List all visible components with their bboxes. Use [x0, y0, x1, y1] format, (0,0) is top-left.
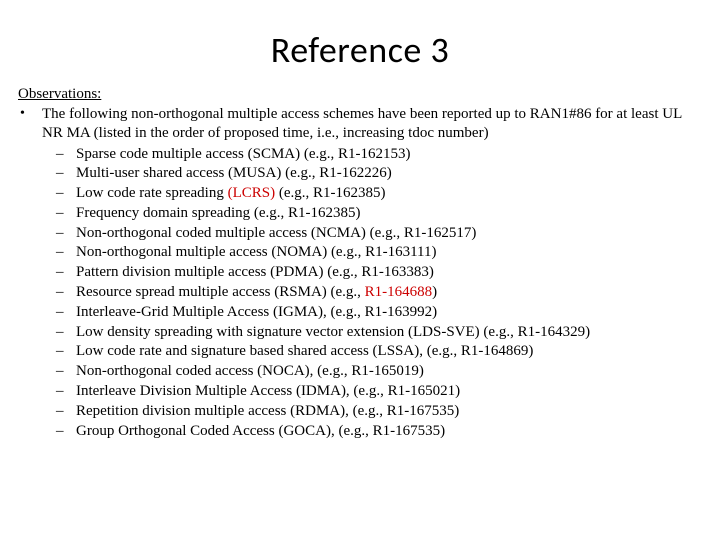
- bullet-dot-icon: •: [18, 105, 42, 123]
- main-bullet-text: The following non-orthogonal multiple ac…: [42, 105, 702, 143]
- dash-icon: –: [56, 283, 76, 303]
- list-item: –Non-orthogonal multiple access (NOMA) (…: [18, 243, 702, 263]
- dash-icon: –: [56, 145, 76, 165]
- item-post: ): [432, 284, 437, 300]
- item-pre: Interleave-Grid Multiple Access (IGMA), …: [76, 304, 437, 320]
- list-item: –Repetition division multiple access (RD…: [18, 402, 702, 422]
- list-item-text: Non-orthogonal coded multiple access (NC…: [76, 224, 702, 244]
- dash-icon: –: [56, 342, 76, 362]
- list-item: –Interleave-Grid Multiple Access (IGMA),…: [18, 303, 702, 323]
- dash-icon: –: [56, 303, 76, 323]
- dash-icon: –: [56, 224, 76, 244]
- dash-icon: –: [56, 422, 76, 442]
- item-pre: Group Orthogonal Coded Access (GOCA), (e…: [76, 423, 445, 439]
- dash-icon: –: [56, 184, 76, 204]
- item-pre: Low density spreading with signature vec…: [76, 324, 590, 340]
- list-item: –Resource spread multiple access (RSMA) …: [18, 283, 702, 303]
- item-pre: Interleave Division Multiple Access (IDM…: [76, 383, 460, 399]
- list-item: –Low density spreading with signature ve…: [18, 323, 702, 343]
- item-pre: Non-orthogonal multiple access (NOMA) (e…: [76, 244, 436, 260]
- list-item-text: Multi-user shared access (MUSA) (e.g., R…: [76, 164, 702, 184]
- page-title: Reference 3: [18, 28, 702, 72]
- sub-list: –Sparse code multiple access (SCMA) (e.g…: [18, 145, 702, 442]
- list-item-text: Interleave Division Multiple Access (IDM…: [76, 382, 702, 402]
- item-pre: Sparse code multiple access (SCMA) (e.g.…: [76, 146, 411, 162]
- list-item-text: Pattern division multiple access (PDMA) …: [76, 263, 702, 283]
- list-item: –Frequency domain spreading (e.g., R1-16…: [18, 204, 702, 224]
- list-item: –Non-orthogonal coded access (NOCA), (e.…: [18, 362, 702, 382]
- item-pre: Frequency domain spreading (e.g., R1-162…: [76, 205, 361, 221]
- item-red: R1-164688: [365, 284, 433, 300]
- list-item-text: Low code rate spreading (LCRS) (e.g., R1…: [76, 184, 702, 204]
- list-item-text: Resource spread multiple access (RSMA) (…: [76, 283, 702, 303]
- item-pre: Repetition division multiple access (RDM…: [76, 403, 459, 419]
- dash-icon: –: [56, 382, 76, 402]
- dash-icon: –: [56, 204, 76, 224]
- list-item: –Low code rate and signature based share…: [18, 342, 702, 362]
- list-item-text: Frequency domain spreading (e.g., R1-162…: [76, 204, 702, 224]
- item-post: (e.g., R1-162385): [275, 185, 385, 201]
- item-pre: Non-orthogonal coded multiple access (NC…: [76, 225, 476, 241]
- item-pre: Pattern division multiple access (PDMA) …: [76, 264, 434, 280]
- item-pre: Non-orthogonal coded access (NOCA), (e.g…: [76, 363, 424, 379]
- item-red: (LCRS): [228, 185, 276, 201]
- dash-icon: –: [56, 243, 76, 263]
- list-item-text: Low code rate and signature based shared…: [76, 342, 702, 362]
- item-pre: Resource spread multiple access (RSMA) (…: [76, 284, 365, 300]
- item-pre: Low code rate spreading: [76, 185, 228, 201]
- list-item-text: Sparse code multiple access (SCMA) (e.g.…: [76, 145, 702, 165]
- list-item-text: Non-orthogonal coded access (NOCA), (e.g…: [76, 362, 702, 382]
- list-item: –Sparse code multiple access (SCMA) (e.g…: [18, 145, 702, 165]
- list-item: –Pattern division multiple access (PDMA)…: [18, 263, 702, 283]
- dash-icon: –: [56, 402, 76, 422]
- dash-icon: –: [56, 362, 76, 382]
- item-pre: Multi-user shared access (MUSA) (e.g., R…: [76, 165, 392, 181]
- slide-container: Reference 3 Observations: • The followin…: [0, 0, 720, 540]
- list-item: –Non-orthogonal coded multiple access (N…: [18, 224, 702, 244]
- observations-heading: Observations:: [18, 86, 702, 103]
- list-item-text: Group Orthogonal Coded Access (GOCA), (e…: [76, 422, 702, 442]
- dash-icon: –: [56, 164, 76, 184]
- item-pre: Low code rate and signature based shared…: [76, 343, 533, 359]
- list-item-text: Non-orthogonal multiple access (NOMA) (e…: [76, 243, 702, 263]
- list-item-text: Low density spreading with signature vec…: [76, 323, 702, 343]
- list-item: –Group Orthogonal Coded Access (GOCA), (…: [18, 422, 702, 442]
- list-item: –Low code rate spreading (LCRS) (e.g., R…: [18, 184, 702, 204]
- dash-icon: –: [56, 263, 76, 283]
- main-bullet: • The following non-orthogonal multiple …: [18, 105, 702, 143]
- list-item-text: Repetition division multiple access (RDM…: [76, 402, 702, 422]
- list-item: –Interleave Division Multiple Access (ID…: [18, 382, 702, 402]
- list-item-text: Interleave-Grid Multiple Access (IGMA), …: [76, 303, 702, 323]
- list-item: –Multi-user shared access (MUSA) (e.g., …: [18, 164, 702, 184]
- dash-icon: –: [56, 323, 76, 343]
